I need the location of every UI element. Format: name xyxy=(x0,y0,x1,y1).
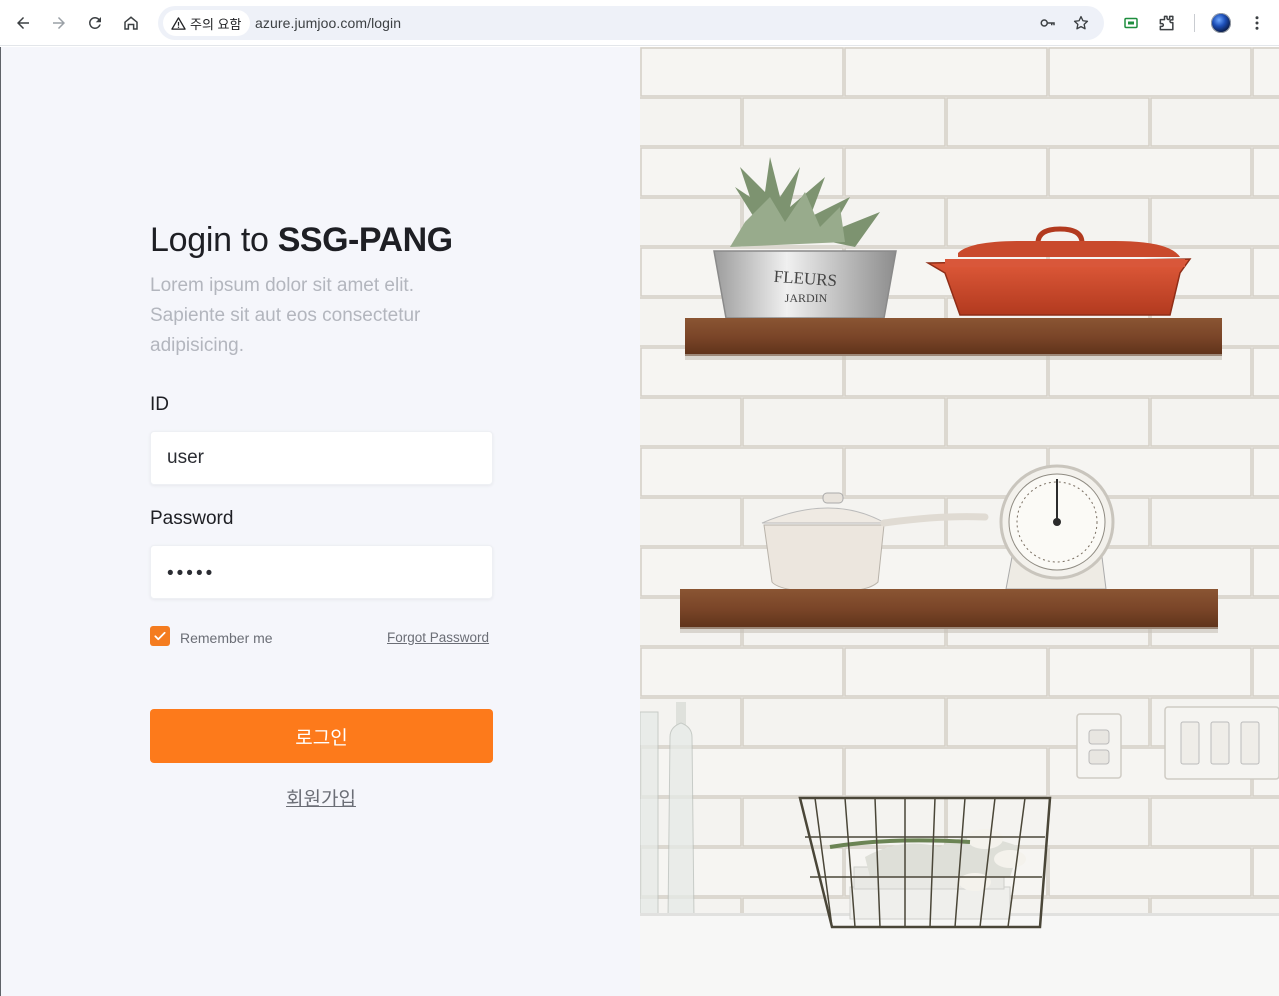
reload-icon xyxy=(89,17,101,29)
back-icon xyxy=(17,17,29,29)
svg-text:JARDIN: JARDIN xyxy=(785,291,828,305)
puzzle-icon xyxy=(1159,15,1174,31)
password-input[interactable]: ••••• xyxy=(167,563,215,585)
security-chip[interactable]: 주의 요함 xyxy=(163,10,251,36)
forgot-password-link[interactable]: Forgot Password xyxy=(387,630,489,645)
id-label: ID xyxy=(150,394,169,415)
id-field[interactable] xyxy=(150,431,493,485)
key-icon xyxy=(1040,19,1055,27)
url-text: azure.jumjoo.com/login xyxy=(255,15,402,31)
page-subtitle: Lorem ipsum dolor sit amet elit. Sapient… xyxy=(150,275,421,356)
page-title: Login to SSG-PANG xyxy=(150,221,453,260)
password-label: Password xyxy=(150,508,234,529)
toolbar-divider xyxy=(1194,14,1195,32)
bookmark-button[interactable] xyxy=(1071,13,1091,33)
star-icon xyxy=(1073,15,1089,30)
home-icon xyxy=(124,16,138,30)
kebab-menu-icon xyxy=(1255,16,1259,30)
kitchen-shelves-illustration: FLEURS JARDIN xyxy=(640,47,1279,996)
back-button[interactable] xyxy=(8,8,38,38)
remember-me-label[interactable]: Remember me xyxy=(180,630,273,646)
home-button[interactable] xyxy=(116,8,146,38)
title-prefix: Login to xyxy=(150,221,278,259)
security-chip-label: 주의 요함 xyxy=(190,16,242,32)
forward-button[interactable] xyxy=(44,8,74,38)
password-field[interactable]: ••••• xyxy=(150,545,493,599)
profile-avatar[interactable] xyxy=(1211,13,1231,33)
signup-container: 회원가입 xyxy=(1,784,641,811)
browser-menu-button[interactable] xyxy=(1246,12,1268,34)
warning-icon xyxy=(171,16,186,30)
signup-link[interactable]: 회원가입 xyxy=(286,789,356,810)
extensions-button[interactable] xyxy=(1156,12,1178,34)
forward-icon xyxy=(53,17,65,29)
extension-badge-icon xyxy=(1124,17,1138,29)
brand-name: SSG-PANG xyxy=(277,221,453,259)
address-bar[interactable]: 주의 요함 azure.jumjoo.com/login xyxy=(158,6,1104,40)
reload-button[interactable] xyxy=(80,8,110,38)
password-key-button[interactable] xyxy=(1038,13,1058,33)
id-input[interactable] xyxy=(151,432,492,484)
login-button[interactable]: 로그인 xyxy=(150,709,493,763)
checkmark-icon xyxy=(154,631,166,641)
remember-me-checkbox[interactable] xyxy=(150,626,170,646)
extension-badge-button[interactable] xyxy=(1120,12,1142,34)
browser-toolbar: 주의 요함 azure.jumjoo.com/login xyxy=(0,0,1279,46)
login-pane: Login to SSG-PANG Lorem ipsum dolor sit … xyxy=(0,47,640,996)
kitchen-photo: FLEURS JARDIN xyxy=(640,47,1279,996)
